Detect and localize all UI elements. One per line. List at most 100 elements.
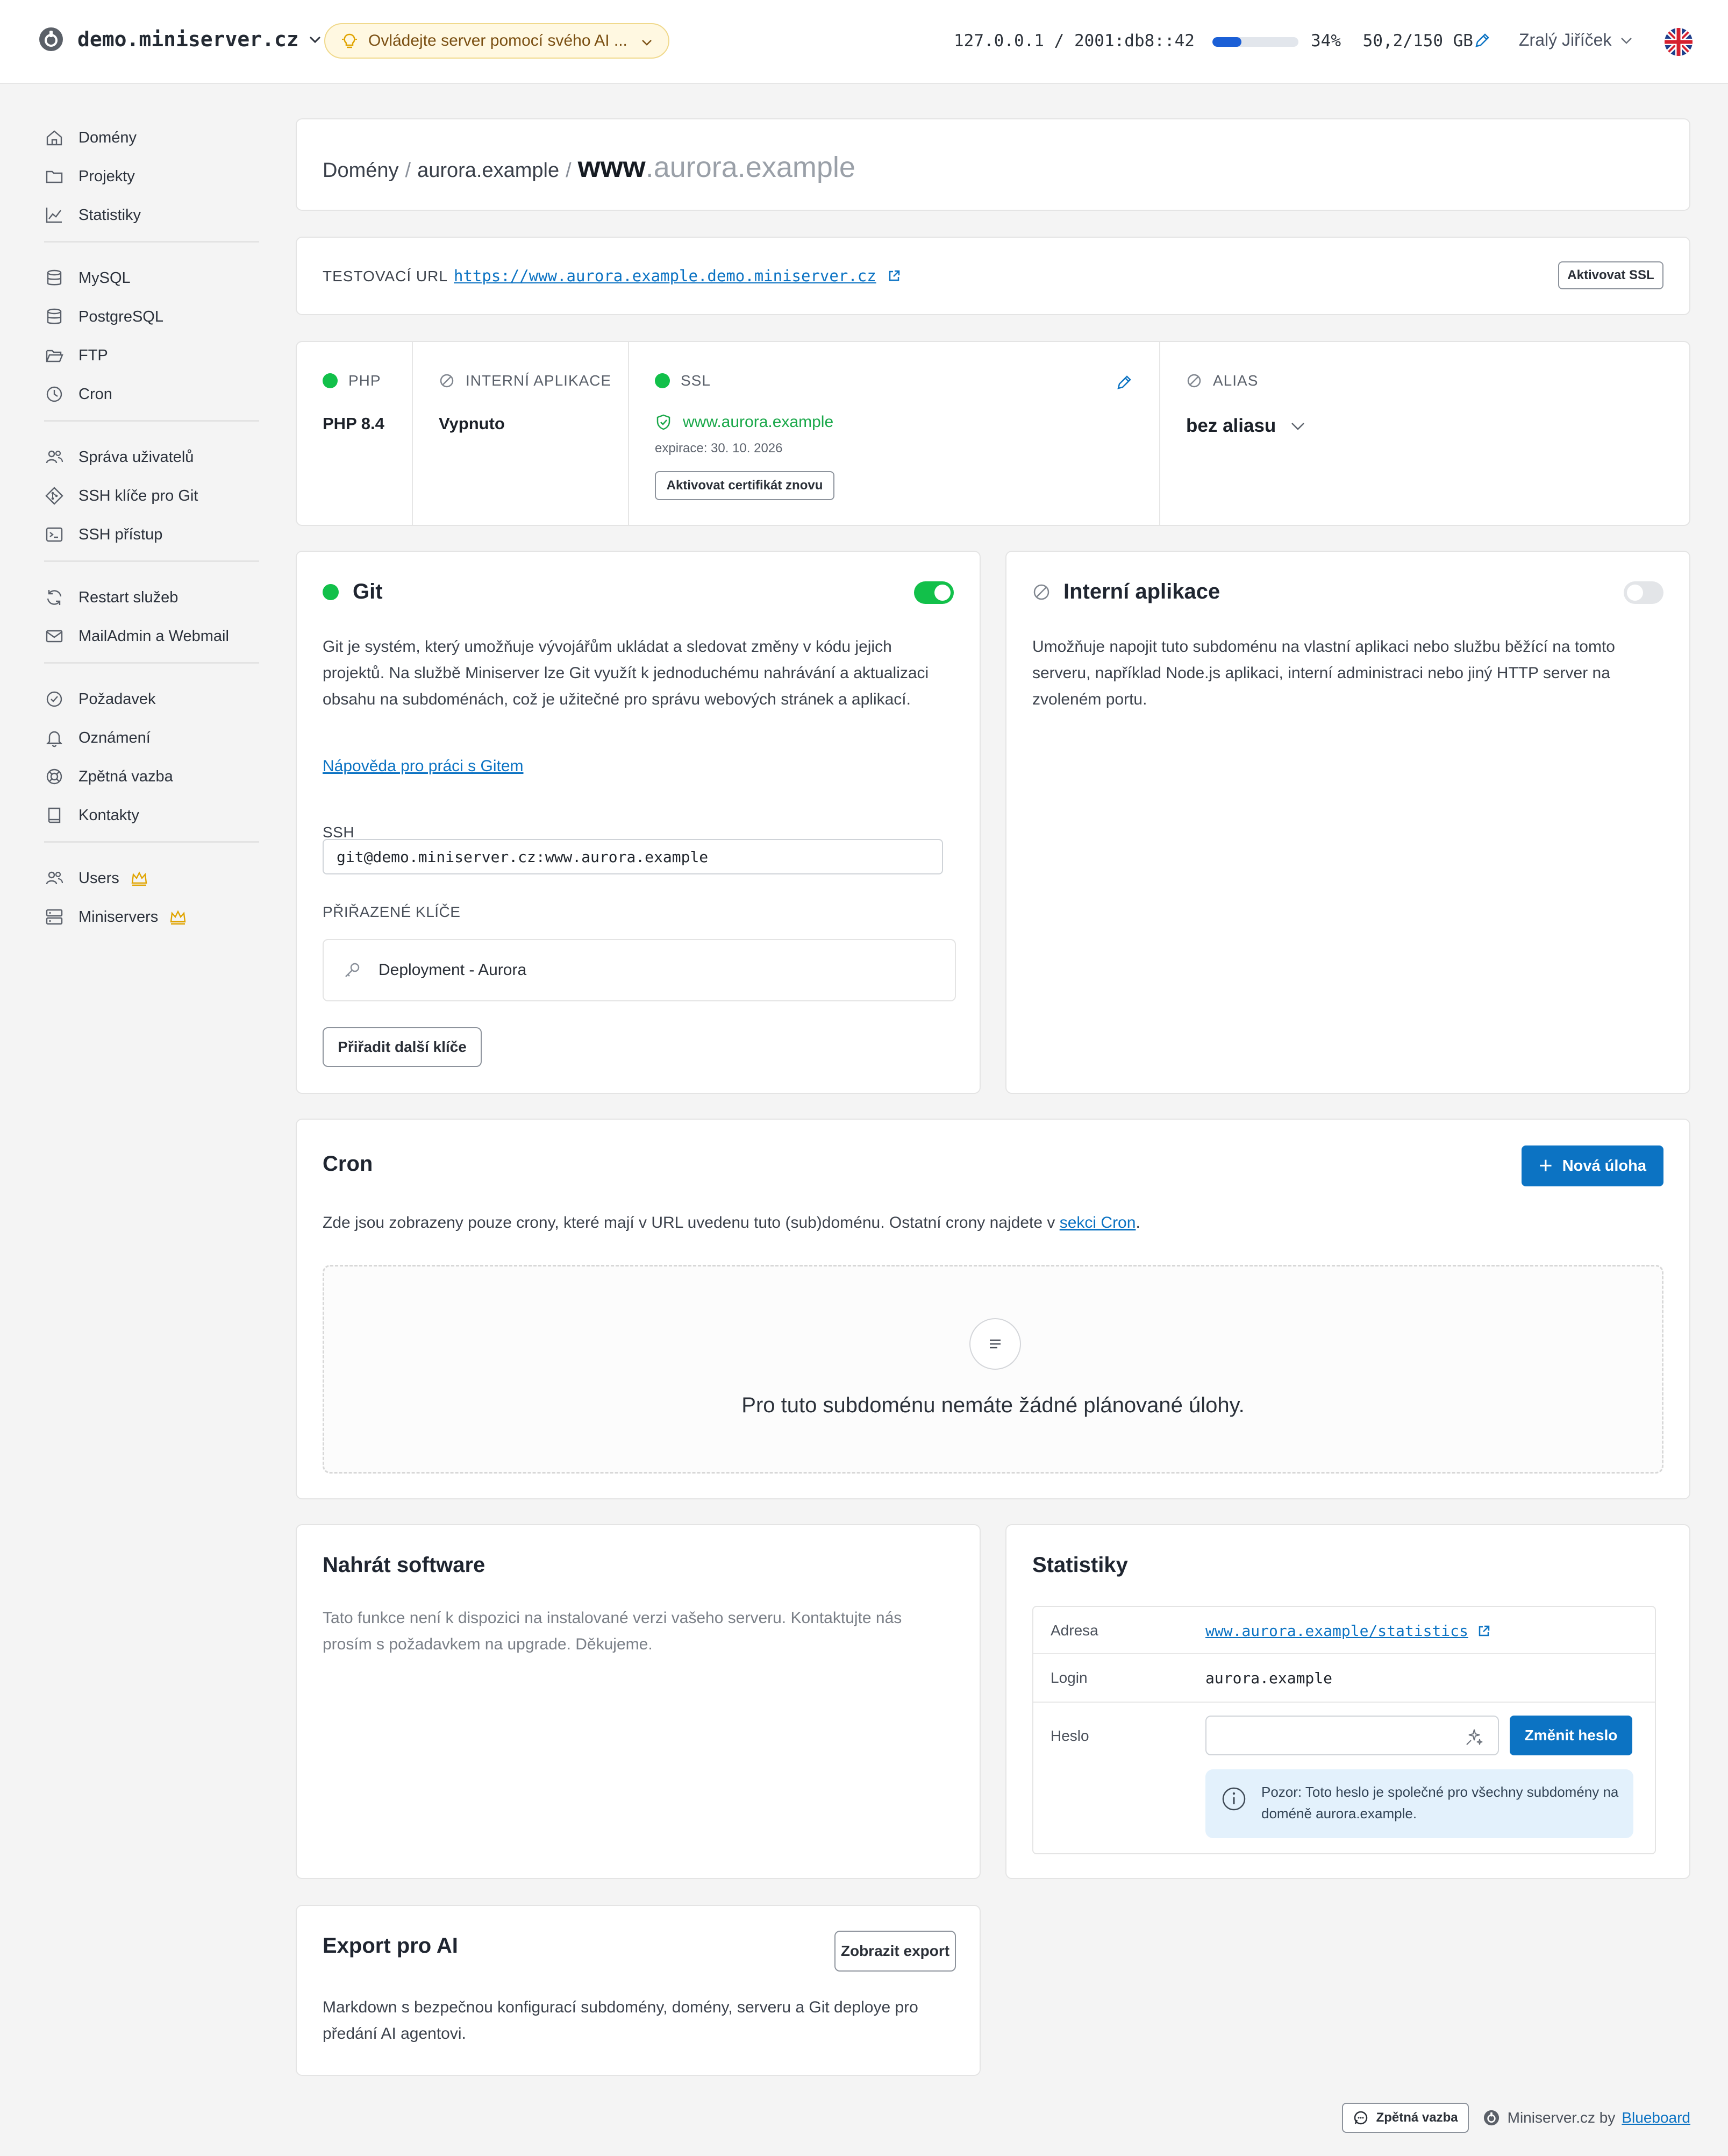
external-link-icon	[889, 270, 899, 281]
sidebar-item-cron[interactable]: Cron	[44, 375, 259, 414]
server-ip: 127.0.0.1 / 2001:db8::42	[954, 31, 1195, 51]
breadcrumb-card: Domény / aurora.example / www .aurora.exa…	[296, 118, 1690, 211]
status-dot	[655, 373, 670, 388]
sidebar-item-miniservers[interactable]: Miniservers	[44, 898, 259, 936]
breadcrumb-domain[interactable]: aurora.example	[417, 159, 559, 182]
cron-section-link[interactable]: sekci Cron	[1060, 1214, 1136, 1232]
php-version: PHP 8.4	[323, 414, 384, 433]
internal-app-header: INTERNÍ APLIKACE	[439, 372, 611, 389]
cron-card: Cron + Nová úloha Zde jsou zobrazeny pou…	[296, 1119, 1690, 1499]
sidebar-item-sprava-uzivatelu[interactable]: Správa uživatelů	[44, 438, 259, 476]
sidebar-item-projekty[interactable]: Projekty	[44, 157, 259, 196]
disk-usage-text: 34% 50,2/150 GB	[1311, 31, 1473, 51]
git-title: Git	[323, 580, 383, 604]
uk-flag-icon[interactable]	[1665, 28, 1693, 56]
toggle-knob	[1627, 585, 1643, 601]
php-label: PHP	[348, 372, 381, 389]
test-url-label: TESTOVACÍ URL	[323, 268, 448, 284]
php-status[interactable]: PHP PHP 8.4	[297, 342, 413, 525]
sidebar-group: Restart služeb MailAdmin a Webmail	[44, 578, 259, 664]
git-icon	[45, 487, 63, 505]
sidebar-item-pozadavek[interactable]: Požadavek	[44, 680, 259, 718]
statistics-link[interactable]: www.aurora.example/statistics	[1205, 1622, 1491, 1640]
alias-select[interactable]: bez aliasu	[1186, 415, 1307, 437]
generate-password-icon[interactable]	[1463, 1726, 1485, 1748]
sidebar-item-kontakty[interactable]: Kontakty	[44, 796, 259, 835]
disk-percent: 34%	[1311, 31, 1341, 51]
ssl-expiry: expirace: 30. 10. 2026	[655, 441, 783, 456]
sidebar-item-label: Cron	[78, 385, 112, 403]
sidebar-item-label: Projekty	[78, 167, 135, 185]
sidebar-item-ssh-pristup[interactable]: SSH přístup	[44, 515, 259, 554]
alias-label: ALIAS	[1213, 372, 1259, 389]
assign-keys-button[interactable]: Přiřadit další klíče	[323, 1027, 482, 1067]
cron-info: Zde jsou zobrazeny pouze crony, které ma…	[323, 1214, 1140, 1232]
sidebar-item-ftp[interactable]: FTP	[44, 336, 259, 375]
sidebar-item-domeny[interactable]: Domény	[44, 118, 259, 157]
sidebar-item-postgresql[interactable]: PostgreSQL	[44, 297, 259, 336]
renew-certificate-button[interactable]: Aktivovat certifikát znovu	[655, 471, 834, 500]
sidebar-item-mailadmin-a-webmail[interactable]: MailAdmin a Webmail	[44, 617, 259, 656]
sidebar-item-label: Statistiky	[78, 206, 141, 224]
sidebar-item-zpetna-vazba[interactable]: Zpětná vazba	[44, 757, 259, 796]
sidebar-group: Správa uživatelů SSH klíče pro Git SSH pří…	[44, 438, 259, 562]
status-dot	[323, 584, 339, 600]
sidebar-group: Domény Projekty Statistiky	[44, 118, 259, 243]
ai-banner[interactable]: Ovládejte server pomocí svého AI ...	[324, 23, 669, 59]
change-password-button[interactable]: Změnit heslo	[1510, 1716, 1632, 1755]
sidebar-item-users[interactable]: Users	[44, 859, 259, 898]
activate-ssl-button[interactable]: Aktivovat SSL	[1558, 261, 1663, 289]
stats-row-address: Adresa www.aurora.example/statistics	[1033, 1607, 1655, 1654]
blueboard-link[interactable]: Blueboard	[1622, 2109, 1690, 2126]
sidebar-item-statistiky[interactable]: Statistiky	[44, 196, 259, 234]
miniserver-logo	[39, 27, 63, 51]
ssl-domain-text: www.aurora.example	[683, 413, 834, 431]
statistics-card: Statistiky Adresa www.aurora.example/sta…	[1005, 1524, 1690, 1879]
sidebar: Domény Projekty Statistiky MySQL PostgreSQL F…	[44, 118, 259, 959]
git-title-text: Git	[353, 580, 383, 603]
feedback-label: Zpětná vazba	[1376, 2110, 1458, 2125]
assigned-key-item[interactable]: Deployment - Aurora	[323, 939, 956, 1001]
internal-app-status[interactable]: INTERNÍ APLIKACE Vypnuto	[413, 342, 629, 525]
login-label: Login	[1051, 1669, 1088, 1686]
sidebar-item-mysql[interactable]: MySQL	[44, 259, 259, 297]
edit-disk-icon[interactable]	[1473, 31, 1491, 49]
sidebar-item-label: SSH přístup	[78, 525, 163, 543]
sidebar-item-label: Miniservers	[78, 908, 159, 926]
breadcrumb: Domény / aurora.example / www .aurora.exa…	[323, 151, 855, 184]
server-switcher[interactable]: demo.miniserver.cz	[38, 26, 323, 53]
ssh-url-field[interactable]: git@demo.miniserver.cz:www.aurora.exampl…	[323, 839, 943, 874]
ssl-header: SSL	[655, 372, 711, 389]
ssl-domain: www.aurora.example	[655, 413, 833, 431]
git-help-link[interactable]: Nápověda pro práci s Gitem	[323, 757, 524, 775]
password-input[interactable]	[1205, 1716, 1499, 1755]
footer: Zpětná vazba Miniserver.cz by Blueboard	[1341, 2103, 1690, 2133]
disabled-icon	[440, 374, 454, 388]
cron-empty-state: Pro tuto subdoménu nemáte žádné plánovan…	[323, 1265, 1663, 1474]
ai-export-card: Export pro AI Zobrazit export Markdown s…	[296, 1905, 981, 2076]
sidebar-item-oznameni[interactable]: Oznámení	[44, 718, 259, 757]
book-icon	[48, 807, 61, 823]
check-circle-icon	[46, 691, 62, 707]
cron-empty-text: Pro tuto subdoménu nemáte žádné plánovan…	[741, 1393, 1245, 1417]
feedback-button[interactable]: Zpětná vazba	[1341, 2103, 1469, 2133]
internal-app-toggle[interactable]	[1624, 581, 1663, 604]
disabled-icon	[1187, 374, 1201, 388]
statistics-link-text: www.aurora.example/statistics	[1205, 1622, 1468, 1640]
alias-header: ALIAS	[1186, 372, 1258, 389]
password-label: Heslo	[1051, 1727, 1089, 1744]
sidebar-item-restart-sluzeb[interactable]: Restart služeb	[44, 578, 259, 617]
edit-ssl-icon[interactable]	[1115, 373, 1133, 392]
internal-app-label: INTERNÍ APLIKACE	[466, 372, 612, 389]
breadcrumb-domains[interactable]: Domény	[323, 159, 399, 182]
sidebar-item-label: Oznámení	[78, 729, 151, 746]
new-task-button[interactable]: + Nová úloha	[1522, 1145, 1663, 1186]
sidebar-item-ssh-klice-pro-git[interactable]: SSH klíče pro Git	[44, 476, 259, 515]
test-url-link[interactable]: https://www.aurora.example.demo.miniserv…	[454, 267, 901, 285]
sidebar-item-label: Požadavek	[78, 690, 156, 708]
user-menu[interactable]: Zralý Jiříček	[1519, 30, 1634, 50]
plus-icon: +	[1538, 1152, 1553, 1179]
refresh-icon	[47, 590, 62, 605]
git-toggle[interactable]	[914, 581, 954, 604]
show-export-button[interactable]: Zobrazit export	[834, 1931, 956, 1972]
